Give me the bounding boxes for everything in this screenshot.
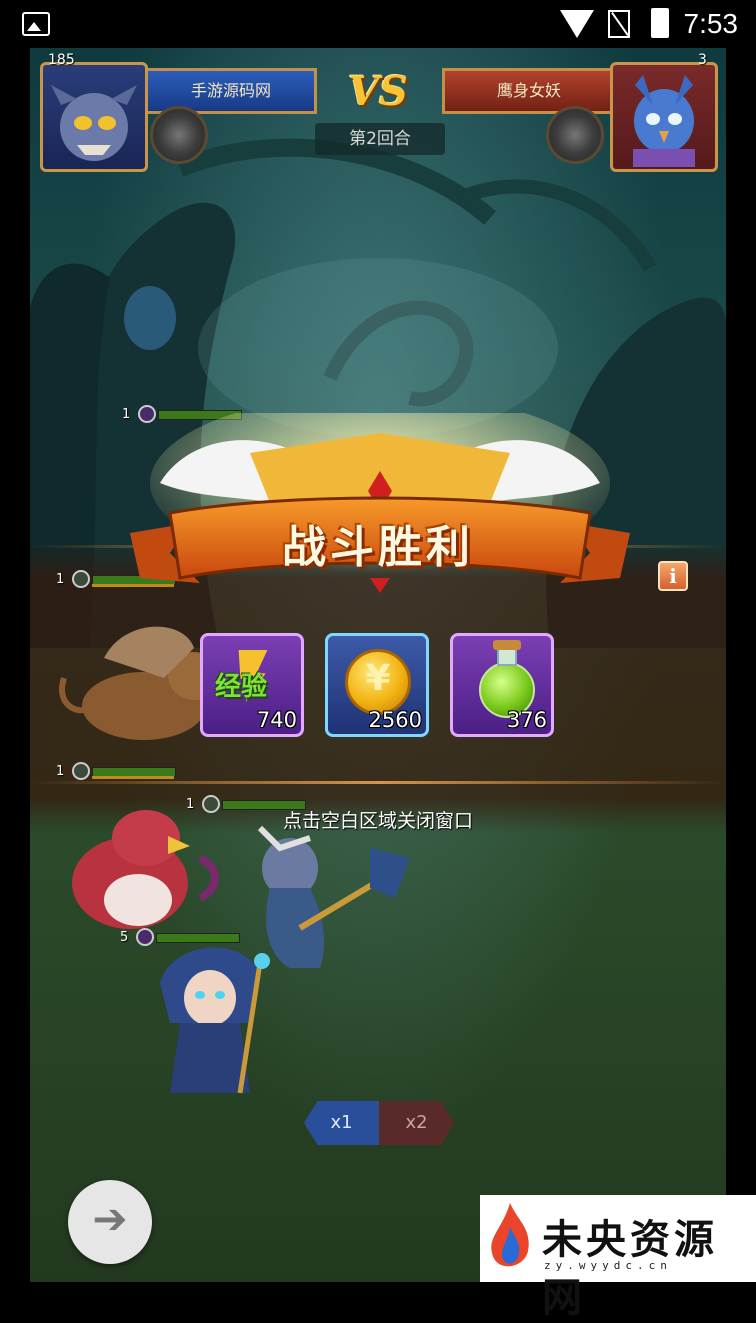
reward-quantity: 2560 (368, 708, 422, 732)
player-skill-wheel-icon[interactable] (150, 106, 208, 164)
vs-label: VS (348, 68, 408, 115)
speed-x1-button[interactable]: x1 (304, 1101, 379, 1145)
player-hero-portrait (51, 85, 137, 161)
arrow-right-icon: ➔ (92, 1194, 128, 1243)
gold-coin-icon (345, 649, 411, 715)
reward-exp[interactable]: 经验 740 (200, 633, 304, 737)
round-indicator: 第2回合 (315, 123, 445, 155)
energy-bar (92, 776, 174, 779)
player-avatar[interactable] (40, 62, 148, 172)
gallery-notification-icon (22, 12, 50, 36)
wifi-icon (560, 10, 594, 38)
info-button[interactable]: i (658, 561, 688, 591)
watermark: 未央资源网 zy.wyydc.cn (480, 1195, 756, 1321)
enemy-skill-wheel-icon[interactable] (546, 106, 604, 164)
health-bar (156, 933, 240, 943)
exp-label: 经验 (215, 672, 268, 702)
reward-potion[interactable]: 376 (450, 633, 554, 737)
battle-scene[interactable]: 185 手游源码网 VS 第2回合 鹰身女妖 3 1 1 战斗胜利 i 经验 7… (30, 48, 726, 1282)
next-arrow-button[interactable]: ➔ (68, 1180, 152, 1264)
ally-bird-health: 1 (56, 762, 186, 783)
battery-icon (651, 8, 669, 38)
unit-level: 5 (120, 930, 129, 945)
victory-title: 战斗胜利 (282, 522, 474, 573)
flame-logo-icon (491, 1203, 529, 1267)
enemy-harpy-portrait (633, 75, 695, 167)
reward-quantity: 376 (506, 708, 547, 732)
enemy-avatar[interactable] (610, 62, 718, 172)
unit-level: 1 (56, 764, 65, 779)
ally-mage-sprite (160, 947, 270, 1094)
wind-element-icon (72, 762, 90, 780)
player-level: 185 (48, 52, 75, 68)
ally-red-bird-sprite (72, 810, 219, 929)
status-bar: 7:53 (0, 0, 756, 48)
speed-x2-button[interactable]: x2 (379, 1101, 454, 1145)
watermark-url: zy.wyydc.cn (544, 1259, 672, 1272)
no-sim-icon (608, 10, 630, 38)
enemy-level: 3 (698, 52, 707, 68)
status-time: 7:53 (683, 8, 739, 39)
reward-quantity: 740 (256, 708, 297, 732)
potion-cork (493, 640, 521, 650)
enemy-name: 鹰身女妖 (442, 68, 613, 114)
reward-gold[interactable]: 2560 (325, 633, 429, 737)
